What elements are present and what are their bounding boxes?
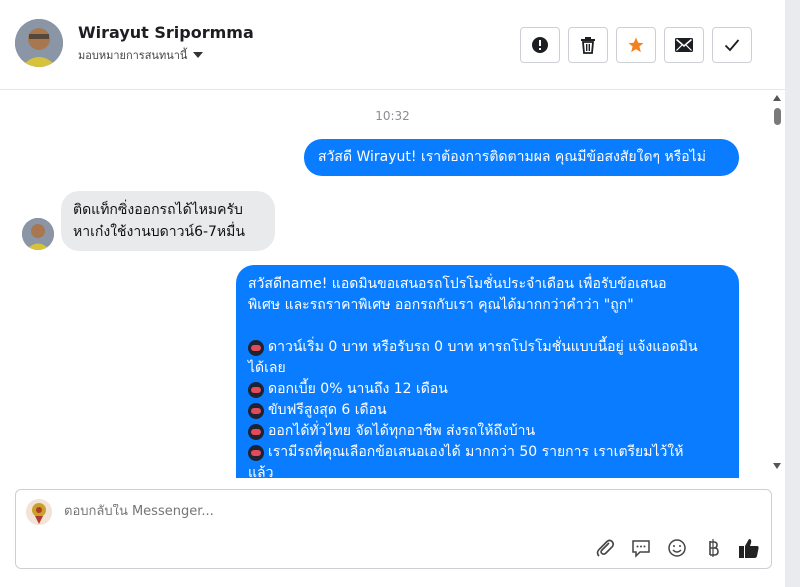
promo-bullet: ดอกเบี้ย 0% นานถึง 12 เดือน bbox=[248, 379, 727, 400]
attach-button[interactable] bbox=[594, 537, 616, 559]
message-line: หาเก๋งใช้งานบดาวน์6-7หมื่น bbox=[73, 224, 245, 240]
saved-replies-button[interactable] bbox=[630, 537, 652, 559]
checkmark-icon bbox=[724, 39, 740, 52]
star-icon bbox=[628, 37, 644, 53]
trash-icon bbox=[581, 37, 595, 54]
emoji-button[interactable] bbox=[666, 537, 688, 559]
page-avatar bbox=[26, 499, 52, 525]
message-timestamp: 10:32 bbox=[375, 109, 410, 123]
mark-done-button[interactable] bbox=[712, 27, 752, 63]
incoming-message[interactable]: ติดแท็กซิ่งออกรถได้ไหมครับ หาเก๋งใช้งานบ… bbox=[61, 191, 275, 251]
bullet-continuation: แล้ว bbox=[248, 465, 274, 478]
bullet-text: ขับฟรีสูงสุด 6 เดือน bbox=[268, 402, 387, 418]
message-composer bbox=[15, 489, 772, 569]
message-line: ติดแท็กซิ่งออกรถได้ไหมครับ bbox=[73, 202, 243, 218]
conversation-actions bbox=[520, 27, 752, 63]
scroll-down-arrow-icon[interactable] bbox=[773, 463, 781, 469]
thread-scrollbar[interactable] bbox=[769, 91, 785, 478]
message-line: พิเศษ และรถราคาพิเศษ ออกรถกับเรา คุณได้ม… bbox=[248, 297, 634, 313]
bullet-text: ดอกเบี้ย 0% นานถึง 12 เดือน bbox=[268, 381, 448, 397]
chat-bubble-icon bbox=[632, 540, 650, 558]
promo-bullet: เรามีรถที่คุณเลือกข้อเสนอเองได้ มากกว่า … bbox=[248, 442, 727, 463]
car-emoji-icon bbox=[248, 423, 264, 440]
promo-bullet: ดาวน์เริ่ม 0 บาท หรือรับรถ 0 บาท หารถโปร… bbox=[248, 337, 727, 358]
bullet-text: ดาวน์เริ่ม 0 บาท หรือรับรถ 0 บาท หารถโปร… bbox=[268, 339, 698, 355]
paperclip-icon bbox=[596, 539, 615, 557]
reply-input[interactable] bbox=[64, 504, 664, 519]
promo-bullet: ออกได้ทั่วไทย จัดได้ทุกอาชีพ ส่งรถให้ถึง… bbox=[248, 421, 727, 442]
delete-button[interactable] bbox=[568, 27, 608, 63]
bullet-text: ออกได้ทั่วไทย จัดได้ทุกอาชีพ ส่งรถให้ถึง… bbox=[268, 423, 536, 439]
message-line: สวัสดีname! แอดมินขอเสนอรถโปรโมชั่นประจำ… bbox=[248, 276, 667, 292]
bullet-text: เรามีรถที่คุณเลือกข้อเสนอเองได้ มากกว่า … bbox=[268, 444, 684, 460]
outgoing-promo-message[interactable]: สวัสดีname! แอดมินขอเสนอรถโปรโมชั่นประจำ… bbox=[236, 265, 739, 478]
car-emoji-icon bbox=[248, 381, 264, 398]
contact-name: Wirayut Sripormma bbox=[78, 23, 254, 42]
scrollbar-thumb[interactable] bbox=[774, 108, 781, 125]
bullet-continuation: ได้เลย bbox=[248, 360, 286, 376]
promo-bullet: ขับฟรีสูงสุด 6 เดือน bbox=[248, 400, 727, 421]
assign-conversation-dropdown[interactable]: มอบหมายการสนทนานี้ bbox=[78, 46, 204, 64]
message-text: สวัสดี Wirayut! เราต้องการติดตามผล คุณมี… bbox=[318, 149, 706, 165]
thumbs-up-icon bbox=[739, 539, 759, 558]
baht-icon bbox=[709, 539, 719, 557]
sender-avatar[interactable] bbox=[22, 218, 54, 250]
outgoing-message[interactable]: สวัสดี Wirayut! เราต้องการติดตามผล คุณมี… bbox=[304, 139, 739, 176]
car-emoji-icon bbox=[248, 444, 264, 461]
envelope-icon bbox=[675, 38, 693, 52]
contact-avatar[interactable] bbox=[15, 19, 63, 67]
payment-button[interactable] bbox=[702, 537, 724, 559]
emoji-icon bbox=[668, 539, 686, 557]
messenger-conversation-window: Wirayut Sripormma มอบหมายการสนทนานี้ 10:… bbox=[0, 0, 785, 587]
assign-label: มอบหมายการสนทนานี้ bbox=[78, 49, 188, 62]
star-button[interactable] bbox=[616, 27, 656, 63]
message-thread: 10:32 สวัสดี Wirayut! เราต้องการติดตามผล… bbox=[0, 91, 785, 478]
report-button[interactable] bbox=[520, 27, 560, 63]
scroll-up-arrow-icon[interactable] bbox=[773, 95, 781, 101]
car-emoji-icon bbox=[248, 339, 264, 356]
exclamation-circle-icon bbox=[532, 37, 548, 53]
caret-down-icon bbox=[193, 52, 204, 58]
composer-tools bbox=[594, 537, 760, 559]
thumbs-up-button[interactable] bbox=[738, 537, 760, 559]
conversation-header: Wirayut Sripormma มอบหมายการสนทนานี้ bbox=[0, 0, 785, 90]
mark-unread-button[interactable] bbox=[664, 27, 704, 63]
car-emoji-icon bbox=[248, 402, 264, 419]
